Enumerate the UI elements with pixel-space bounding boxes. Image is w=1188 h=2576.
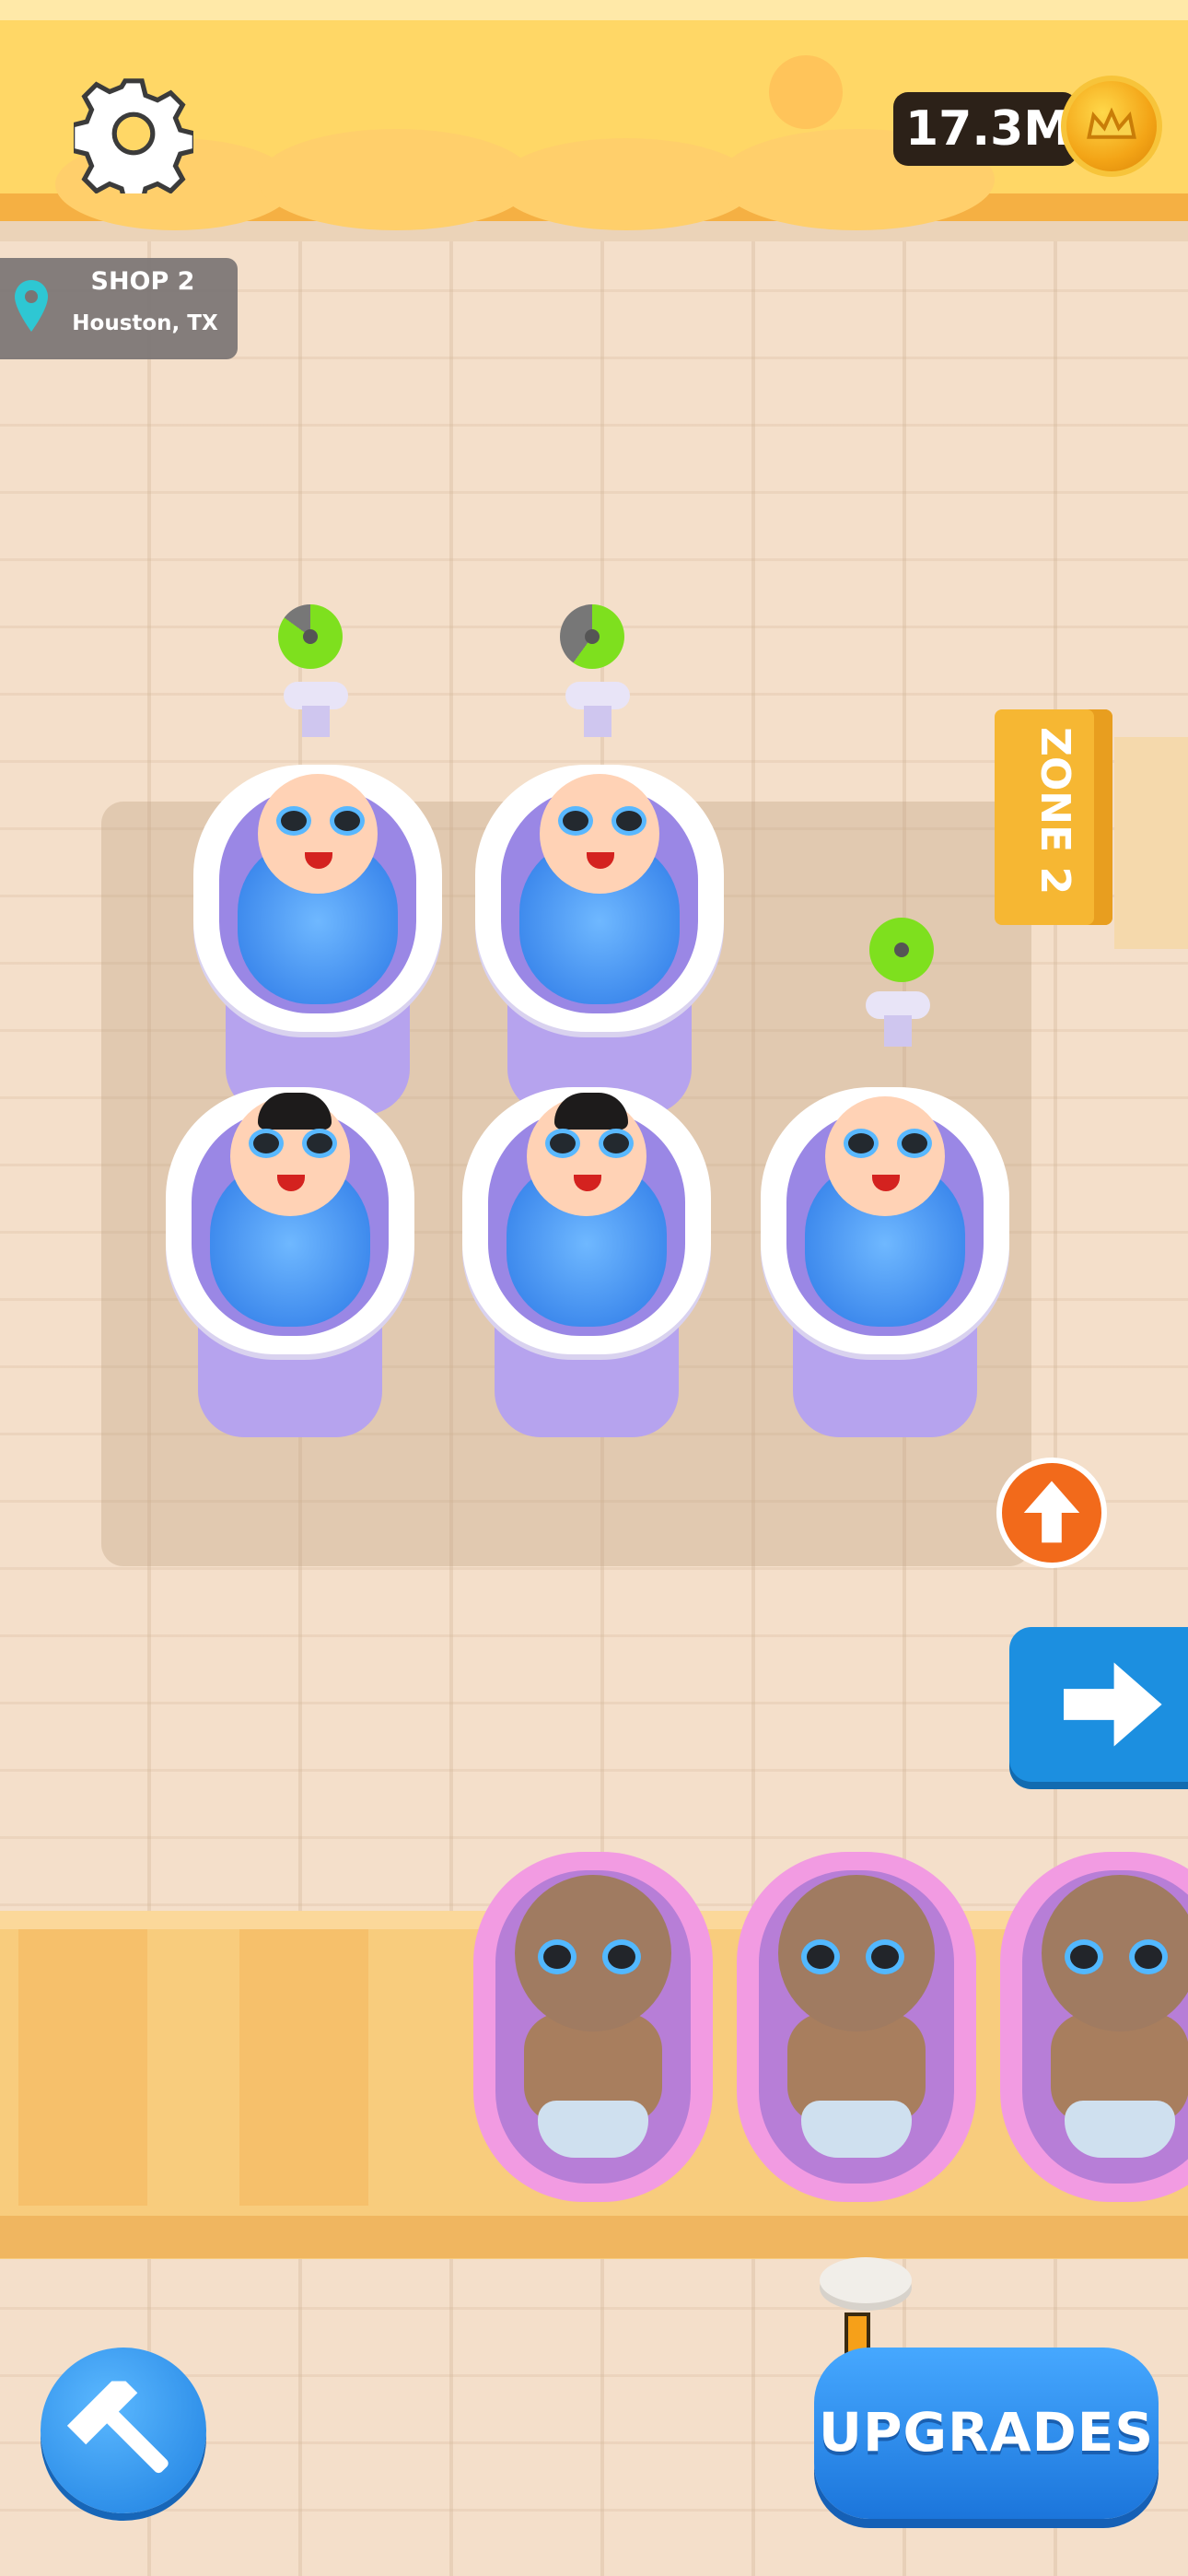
waiting-baby-tub[interactable]	[473, 1852, 713, 2202]
waiting-baby-tub[interactable]	[737, 1852, 976, 2202]
zone-label: ZONE 2	[1031, 726, 1078, 896]
delivery-plate	[820, 2257, 912, 2303]
counter-stripe	[239, 1929, 368, 2206]
gear-icon[interactable]	[74, 74, 193, 193]
zone-wall	[1114, 737, 1188, 949]
shower-faucet	[866, 991, 930, 1047]
decor-cloud	[497, 138, 755, 230]
decor-circle	[769, 55, 843, 129]
counter-stripe	[18, 1929, 147, 2206]
currency-amount: 17.3M	[904, 101, 1072, 157]
waiting-baby-tub[interactable]	[1000, 1852, 1188, 2202]
bathtub-station[interactable]	[761, 1060, 1009, 1465]
bathtub-station[interactable]	[462, 1060, 711, 1465]
next-zone-button[interactable]	[1009, 1627, 1188, 1782]
arrow-right-icon	[1064, 1662, 1162, 1747]
counter-front-edge	[0, 2216, 1188, 2258]
shop-name: SHOP 2	[90, 267, 195, 296]
hammer-icon	[66, 2381, 169, 2474]
upgrade-station-button[interactable]	[996, 1458, 1107, 1568]
crown-coin-icon	[1061, 76, 1162, 177]
decor-cloud	[258, 129, 534, 230]
shower-faucet	[565, 682, 630, 737]
arrow-up-icon	[1023, 1481, 1080, 1543]
bath-timer	[560, 604, 624, 669]
bathtub-station[interactable]	[166, 1060, 414, 1465]
shower-faucet	[284, 682, 348, 737]
shop-city: Houston, TX	[72, 311, 218, 335]
build-button[interactable]	[41, 2348, 206, 2513]
map-pin-icon	[15, 280, 48, 332]
bath-timer	[869, 918, 934, 982]
upgrades-button-label: UPGRADES	[818, 2401, 1155, 2464]
bath-timer	[278, 604, 343, 669]
